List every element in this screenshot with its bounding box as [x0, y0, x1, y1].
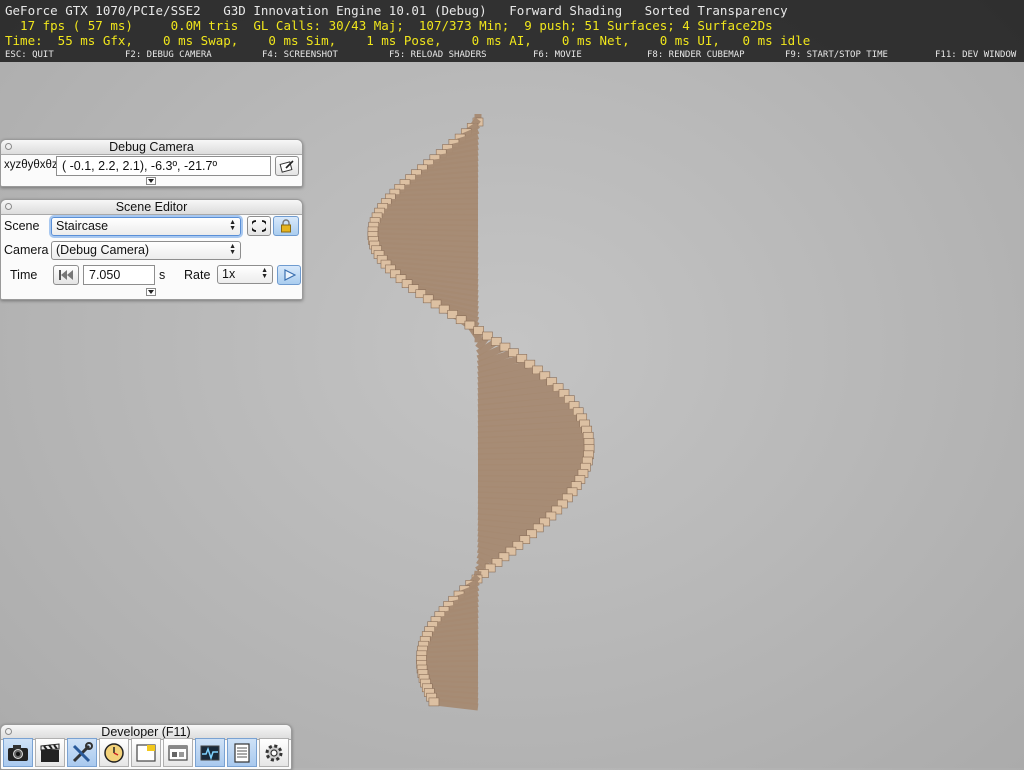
- stair-plank: [478, 455, 589, 457]
- stair-plank-end: [429, 698, 439, 706]
- camera-select[interactable]: (Debug Camera) ▲▼: [51, 241, 241, 260]
- rate-label: Rate: [184, 268, 210, 282]
- stair-plank: [478, 484, 576, 486]
- wrench-screwdriver-icon: [71, 742, 93, 764]
- time-unit: s: [159, 268, 165, 282]
- chevron-updown-icon: ▲▼: [229, 220, 236, 232]
- camera-select-value: (Debug Camera): [56, 243, 149, 257]
- stair-plank: [478, 461, 587, 462]
- hud-time-stats: Time: 55 ms Gfx, 0 ms Swap, 0 ms Sim, 1 …: [5, 33, 810, 48]
- hud-key-hints: ESC: QUIT F2: DEBUG CAMERA F4: SCREENSHO…: [0, 50, 1024, 62]
- rewind-icon: [58, 269, 74, 281]
- lock-icon: [279, 219, 293, 233]
- scene-window-tool-button[interactable]: [163, 738, 193, 767]
- profiler-tool-button[interactable]: [195, 738, 225, 767]
- stair-plank: [377, 217, 478, 218]
- time-field[interactable]: 7.050: [83, 265, 155, 285]
- clock-icon: [103, 742, 125, 764]
- close-icon[interactable]: [5, 143, 12, 150]
- note-window-icon: [135, 742, 157, 764]
- scene-editor-tool-button[interactable]: [67, 738, 97, 767]
- debug-camera-collapse-button[interactable]: [146, 177, 156, 185]
- scene-select-value: Staircase: [56, 219, 108, 233]
- note-tool-button[interactable]: [131, 738, 161, 767]
- profiler-icon: [199, 742, 221, 764]
- stair-plank: [478, 489, 572, 491]
- stats-hud: GeForce GTX 1070/PCIe/SSE2 G3D Innovatio…: [0, 0, 1024, 62]
- key-hint-quit: ESC: QUIT: [5, 50, 54, 60]
- rate-select-value: 1x: [222, 267, 235, 281]
- play-icon: [284, 269, 296, 281]
- rewind-time-button[interactable]: [53, 265, 79, 285]
- scene-window-icon: [167, 742, 189, 764]
- stair-plank: [423, 674, 478, 675]
- stair-plank-end: [474, 326, 484, 334]
- stair-plank: [424, 678, 478, 679]
- staircase-render: [0, 0, 1024, 768]
- camera-label: Camera: [4, 243, 48, 257]
- rate-select[interactable]: 1x ▲▼: [217, 265, 273, 284]
- close-icon[interactable]: [5, 728, 12, 735]
- camera-icon: [7, 742, 29, 764]
- reload-icon: [252, 219, 266, 233]
- camera-coords-field[interactable]: ( -0.1, 2.2, 2.1), -6.3º, -21.7º: [56, 156, 271, 176]
- key-hint-start-stop-time: F9: START/STOP TIME: [785, 50, 888, 60]
- log-tool-button[interactable]: [227, 738, 257, 767]
- stair-plank: [422, 653, 478, 655]
- key-hint-debug-camera: F2: DEBUG CAMERA: [125, 50, 212, 60]
- stair-plank: [478, 449, 589, 452]
- copy-camera-button[interactable]: [275, 156, 299, 176]
- scene-editor-panel: Scene Editor Scene Staircase ▲▼ Camera (…: [0, 199, 303, 300]
- play-button[interactable]: [277, 265, 301, 285]
- stair-plank: [390, 196, 478, 198]
- key-hint-dev-window: F11: DEV WINDOW: [935, 50, 1016, 60]
- developer-window: Developer (F11): [0, 724, 292, 770]
- settings-tool-button[interactable]: [259, 738, 289, 767]
- stair-plank-end: [465, 321, 475, 329]
- scene-select[interactable]: Staircase ▲▼: [51, 217, 241, 236]
- reload-scene-button[interactable]: [247, 216, 271, 236]
- key-hint-render-cubemap: F8: RENDER CUBEMAP: [647, 50, 745, 60]
- chevron-updown-icon: ▲▼: [261, 268, 268, 280]
- debug-camera-panel: Debug Camera xyzθyθxθz ( -0.1, 2.2, 2.1)…: [0, 139, 303, 187]
- time-tool-button[interactable]: [99, 738, 129, 767]
- log-icon: [231, 742, 253, 764]
- stair-plank: [375, 222, 478, 223]
- camera-tool-button[interactable]: [3, 738, 33, 767]
- key-hint-reload-shaders: F5: RELOAD SHADERS: [389, 50, 487, 60]
- movie-tool-button[interactable]: [35, 738, 65, 767]
- scene-label: Scene: [4, 219, 39, 233]
- hud-gpu-info: GeForce GTX 1070/PCIe/SSE2 G3D Innovatio…: [5, 3, 788, 18]
- stair-plank: [478, 442, 589, 445]
- close-icon[interactable]: [5, 203, 12, 210]
- stair-plank: [422, 663, 478, 664]
- time-label: Time: [10, 268, 37, 282]
- key-hint-screenshot: F4: SCREENSHOT: [262, 50, 338, 60]
- gear-icon: [263, 742, 285, 764]
- chevron-updown-icon: ▲▼: [229, 244, 236, 256]
- stair-plank: [386, 201, 478, 203]
- clapperboard-icon: [39, 742, 61, 764]
- scene-editor-collapse-button[interactable]: [146, 288, 156, 296]
- key-hint-movie: F6: MOVIE: [533, 50, 582, 60]
- camera-coords-label: xyzθyθxθz: [4, 159, 58, 171]
- scene-editor-title: Scene Editor: [1, 200, 302, 215]
- stair-plank: [478, 479, 580, 480]
- stair-plank: [421, 658, 478, 660]
- clipboard-pencil-icon: [279, 159, 295, 173]
- hud-frame-stats: 17 fps ( 57 ms) 0.0M tris GL Calls: 30/4…: [5, 18, 773, 33]
- debug-camera-title: Debug Camera: [1, 140, 302, 155]
- lock-scene-button[interactable]: [273, 216, 299, 236]
- stair-plank: [383, 206, 478, 207]
